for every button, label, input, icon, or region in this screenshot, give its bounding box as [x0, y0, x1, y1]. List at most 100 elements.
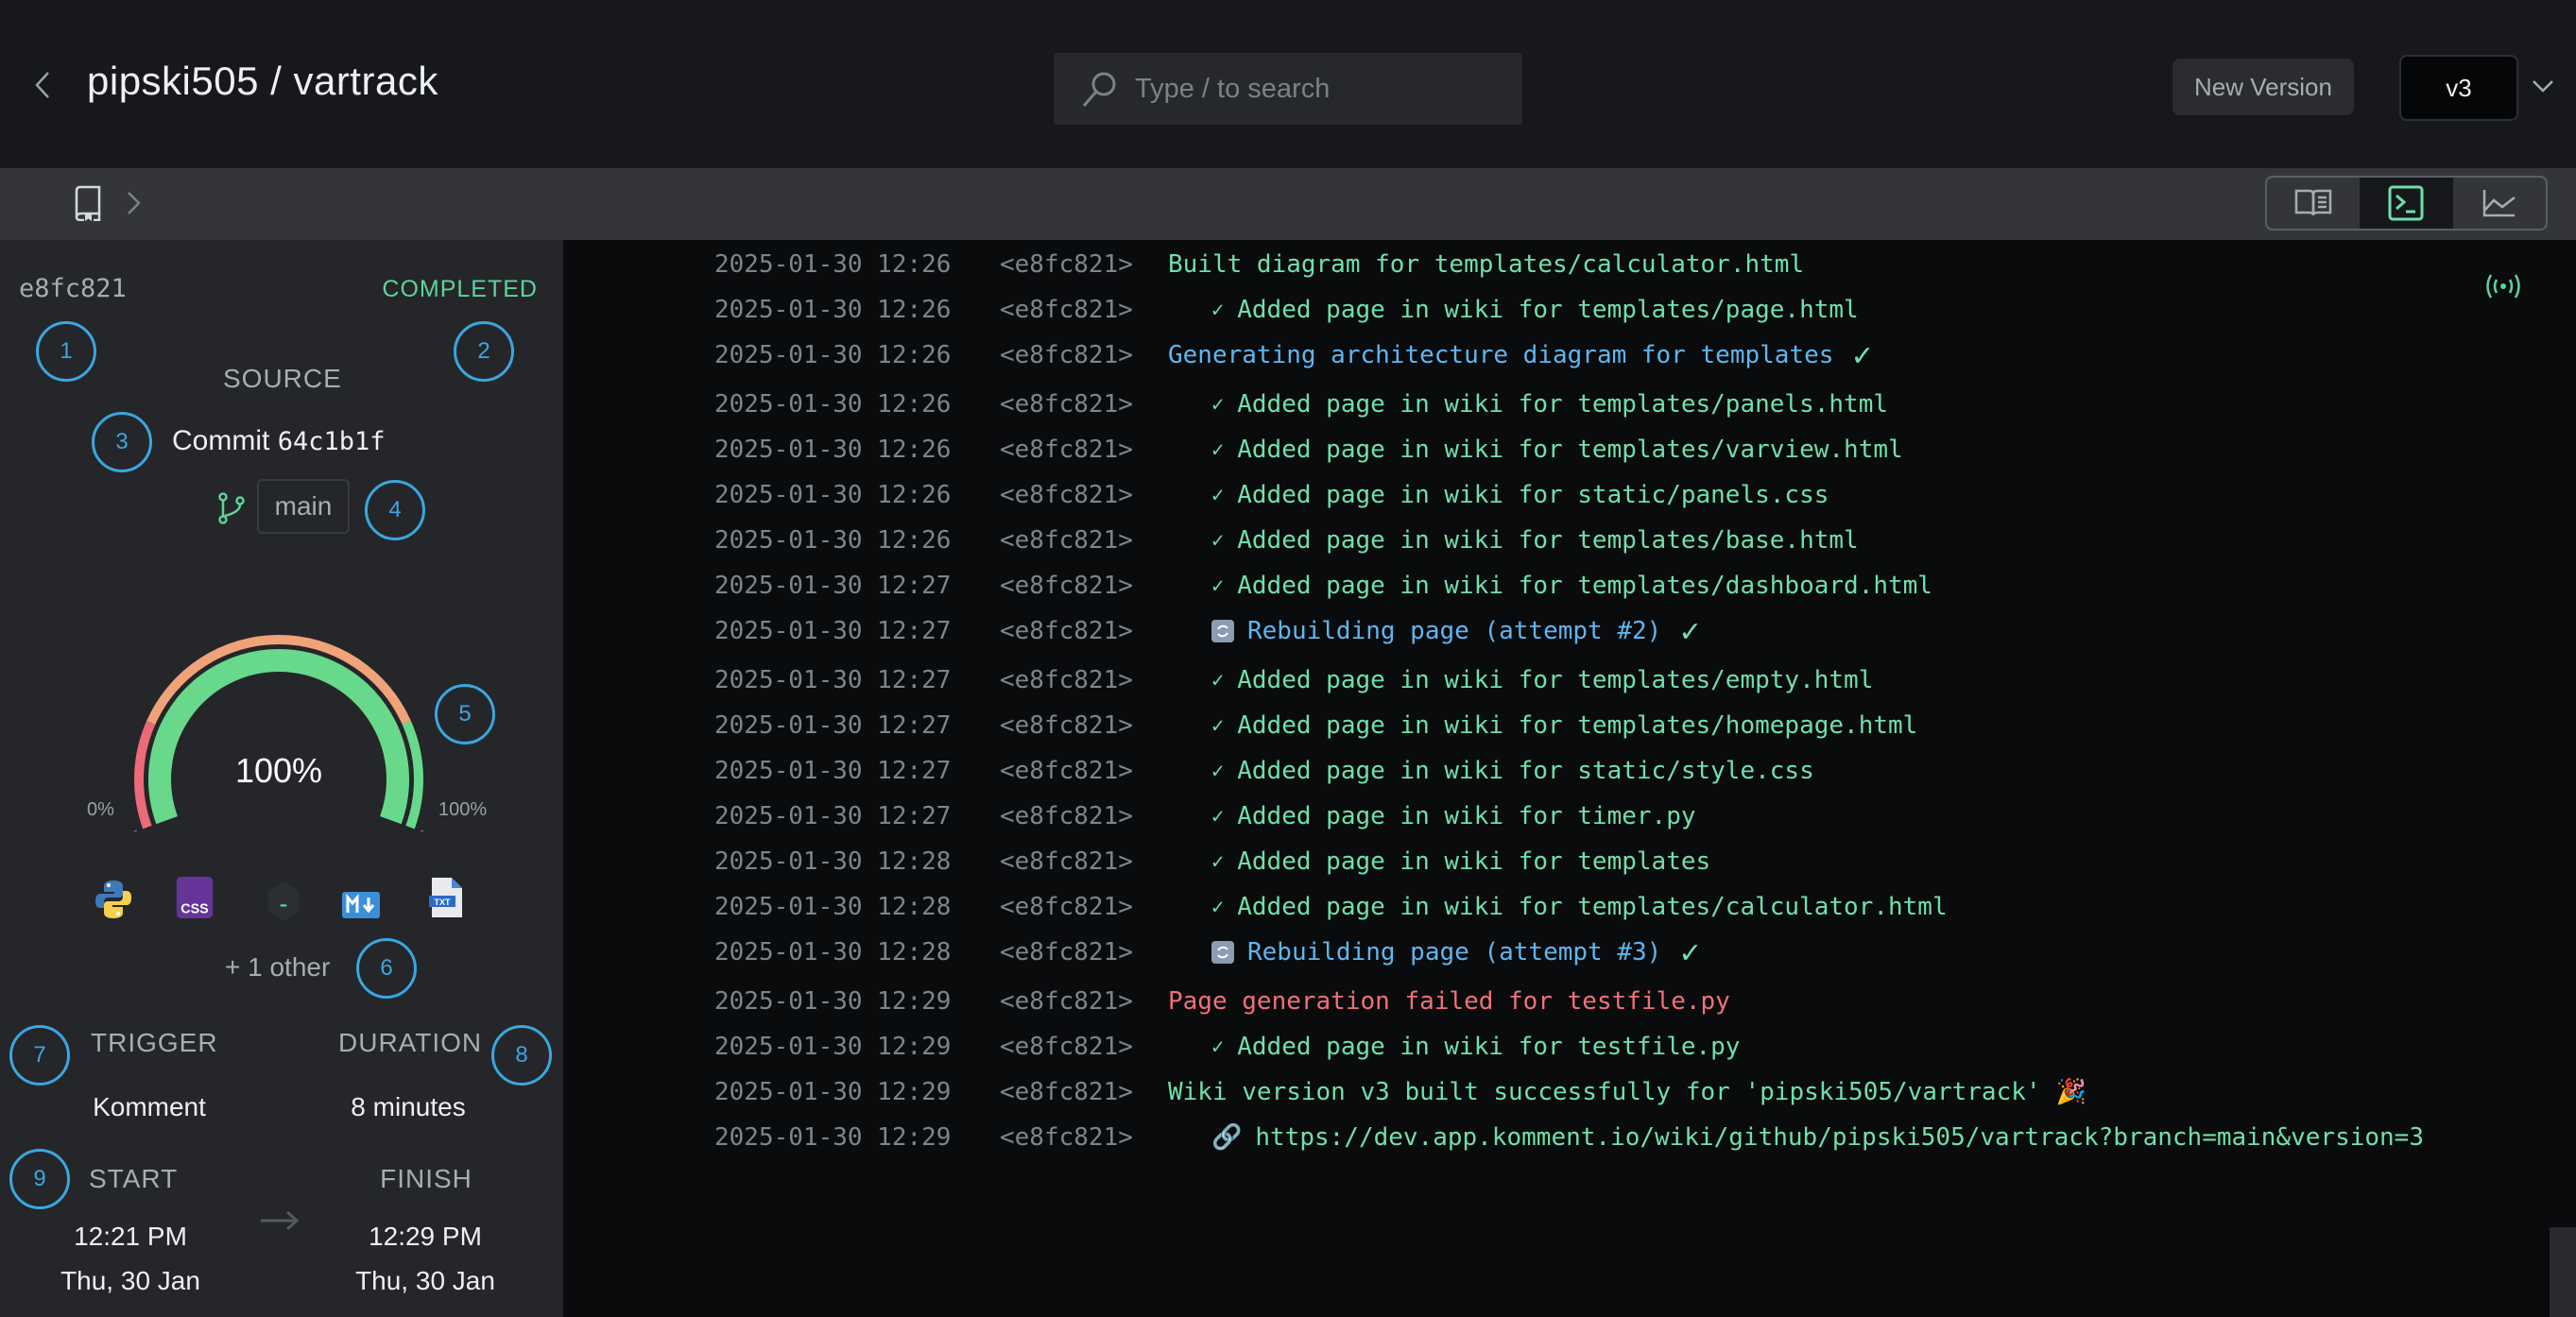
log-message-text: Page generation failed for testfile.py [1168, 987, 1730, 1016]
annotation-marker: 5 [435, 684, 495, 744]
annotation-marker: 1 [36, 321, 96, 382]
arrow-right-icon [261, 1210, 300, 1231]
chart-view-button[interactable] [2453, 178, 2546, 229]
log-message-text: Added page in wiki for templates/dashboa… [1237, 572, 1932, 600]
top-header: pipski505 / vartrack New Version v3 [0, 0, 2576, 168]
annotation-marker: 9 [9, 1149, 70, 1209]
search-input[interactable] [1133, 72, 1496, 106]
log-timestamp: 2025-01-30 12:29 [714, 1123, 952, 1152]
log-message-text: Rebuilding page (attempt #3) [1247, 938, 1662, 966]
log-timestamp: 2025-01-30 12:27 [714, 802, 952, 830]
log-message: ✓ Added page in wiki for templates/dashbo… [1211, 572, 1932, 600]
log-timestamp: 2025-01-30 12:26 [714, 481, 952, 509]
log-timestamp: 2025-01-30 12:28 [714, 938, 952, 966]
view-toggle [2265, 176, 2548, 231]
live-stream-icon[interactable] [2483, 272, 2523, 300]
branch-chip[interactable]: main [257, 479, 350, 534]
log-message: ✓ Added page in wiki for templates/homepa… [1211, 711, 1917, 740]
version-select[interactable]: v3 [2399, 55, 2518, 121]
log-run-id: <e8fc821> [1000, 572, 1133, 600]
progress-gauge [132, 635, 425, 831]
log-message-text: Added page in wiki for timer.py [1237, 802, 1696, 830]
log-run-id: <e8fc821> [1000, 893, 1133, 921]
gauge-value-arc [148, 649, 409, 825]
log-timestamp: 2025-01-30 12:27 [714, 617, 952, 645]
wiki-link[interactable]: https://dev.app.komment.io/wiki/github/p… [1255, 1123, 2424, 1152]
log-run-id: <e8fc821> [1000, 938, 1133, 966]
success-check-icon: ✓ [1852, 336, 1872, 374]
log-run-id: <e8fc821> [1000, 526, 1133, 555]
other-languages-link[interactable]: + 1 other [225, 952, 330, 983]
log-timestamp: 2025-01-30 12:29 [714, 1033, 952, 1061]
check-icon: ✓ [1211, 573, 1225, 598]
log-message-text: Added page in wiki for templates [1237, 847, 1711, 876]
log-scrollbar[interactable] [2550, 1227, 2576, 1317]
check-icon: ✓ [1211, 849, 1225, 874]
check-icon: ✓ [1211, 759, 1225, 783]
log-message-text: Added page in wiki for static/style.css [1237, 757, 1814, 785]
docs-view-button[interactable] [2267, 178, 2360, 229]
git-branch-icon [218, 492, 245, 524]
start-label: START [89, 1164, 179, 1193]
log-message-text: Built diagram for templates/calculator.h… [1168, 250, 1805, 279]
terminal-icon [2388, 185, 2424, 221]
log-run-id: <e8fc821> [1000, 847, 1133, 876]
log-message-text: Rebuilding page (attempt #2) [1247, 617, 1662, 645]
log-message: 🔗 https://dev.app.komment.io/wiki/github/… [1211, 1123, 2424, 1152]
log-message: ✓ Added page in wiki for timer.py [1211, 802, 1696, 830]
check-icon: ✓ [1211, 298, 1225, 322]
log-run-id: <e8fc821> [1000, 1033, 1133, 1061]
chevron-left-icon [35, 72, 49, 98]
log-run-id: <e8fc821> [1000, 296, 1133, 324]
check-icon: ✓ [1211, 668, 1225, 693]
chevron-down-icon[interactable] [2529, 74, 2557, 98]
new-version-button[interactable]: New Version [2172, 59, 2354, 115]
log-message: ✓ Added page in wiki for templates/varvie… [1211, 436, 1903, 464]
python-icon [95, 881, 131, 918]
terminal-view-button[interactable] [2360, 178, 2453, 229]
log-run-id: <e8fc821> [1000, 987, 1133, 1016]
annotation-marker: 6 [356, 938, 417, 999]
annotation-marker: 4 [365, 480, 425, 540]
status-badge: COMPLETED [382, 276, 538, 302]
log-timestamp: 2025-01-30 12:27 [714, 666, 952, 694]
markdown-icon [342, 892, 380, 918]
start-date: Thu, 30 Jan [60, 1266, 200, 1295]
log-run-id: <e8fc821> [1000, 250, 1133, 279]
duration-label: DURATION [338, 1028, 483, 1057]
log-message-text: Added page in wiki for templates/calcula… [1237, 893, 1948, 921]
log-message: ✓ Added page in wiki for testfile.py [1211, 1033, 1740, 1061]
annotation-marker: 8 [491, 1025, 552, 1086]
breadcrumb-chevron-icon [128, 192, 141, 214]
run-id: e8fc821 [19, 274, 127, 303]
search-box[interactable] [1054, 53, 1522, 125]
log-timestamp: 2025-01-30 12:27 [714, 711, 952, 740]
log-message: ✓ Added page in wiki for templates/base.h… [1211, 526, 1859, 555]
css-icon: CSS [176, 877, 214, 918]
log-message-text: Added page in wiki for templates/base.ht… [1237, 526, 1859, 555]
log-timestamp: 2025-01-30 12:26 [714, 436, 952, 464]
svg-text:CSS: CSS [180, 901, 208, 916]
repo-title: pipski505 / vartrack [87, 59, 438, 103]
log-run-id: <e8fc821> [1000, 1123, 1133, 1152]
log-message: ✓ Added page in wiki for templates [1211, 847, 1710, 876]
check-icon: ✓ [1211, 437, 1225, 462]
search-icon [1082, 72, 1116, 107]
log-message-text: Added page in wiki for templates/homepag… [1237, 711, 1918, 740]
gauge-min-label: 0% [87, 799, 114, 820]
svg-text:TXT: TXT [435, 898, 452, 907]
breadcrumb-toolbar [0, 168, 2576, 240]
log-message-text: Added page in wiki for static/panels.css [1237, 481, 1829, 509]
finish-date: Thu, 30 Jan [355, 1266, 495, 1295]
check-icon: ✓ [1211, 392, 1225, 417]
shell-icon [267, 881, 300, 921]
finish-label: FINISH [380, 1164, 472, 1193]
repo-book-icon[interactable] [74, 185, 102, 221]
log-message-text: Added page in wiki for templates/page.ht… [1237, 296, 1859, 324]
log-message-text: Added page in wiki for templates/varview… [1237, 436, 1903, 464]
log-timestamp: 2025-01-30 12:26 [714, 250, 952, 279]
commit-link[interactable]: Commit 64c1b1f [172, 425, 385, 457]
source-label: SOURCE [223, 364, 342, 393]
trigger-value: Komment [93, 1092, 206, 1121]
back-button[interactable] [28, 66, 57, 104]
